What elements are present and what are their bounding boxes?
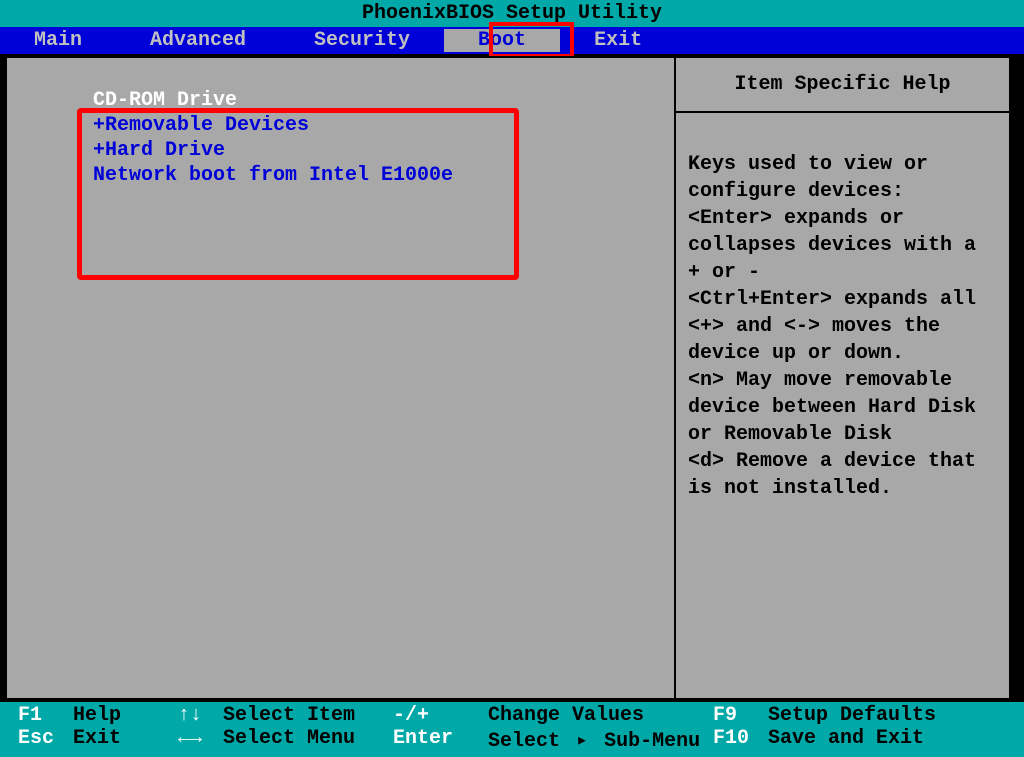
bios-title: PhoenixBIOS Setup Utility	[0, 0, 1024, 27]
footer-setup-defaults: Setup Defaults	[768, 704, 936, 727]
footer-bar: F1 Help ↑↓ Select Item -/+ Change Values…	[0, 702, 1024, 757]
menu-bar: Main Advanced Security Boot Exit	[0, 27, 1024, 54]
footer-key-esc: Esc	[18, 727, 73, 753]
help-panel: Item Specific Help Keys used to view or …	[674, 56, 1011, 700]
footer-enter: Enter	[393, 727, 488, 753]
footer-label-help: Help	[73, 704, 178, 727]
menu-main[interactable]: Main	[0, 29, 116, 52]
menu-boot[interactable]: Boot	[444, 29, 560, 52]
help-content: Keys used to view or configure devices:<…	[676, 113, 1009, 514]
boot-device-list[interactable]: CD-ROM Drive +Removable Devices +Hard Dr…	[93, 88, 453, 188]
updown-arrows-icon: ↑↓	[178, 704, 223, 727]
leftright-arrows-icon: ←→	[178, 727, 223, 753]
footer-select-menu: Select Menu	[223, 727, 393, 753]
menu-exit[interactable]: Exit	[560, 29, 676, 52]
boot-order-panel: CD-ROM Drive +Removable Devices +Hard Dr…	[5, 56, 674, 700]
help-title: Item Specific Help	[676, 58, 1009, 113]
footer-label-exit: Exit	[73, 727, 178, 753]
footer-key-f9: F9	[713, 704, 768, 727]
footer-select-item: Select Item	[223, 704, 393, 727]
footer-select-submenu: Select ▸ Sub-Menu	[488, 727, 713, 753]
menu-security[interactable]: Security	[280, 29, 444, 52]
footer-key-f10: F10	[713, 727, 768, 753]
boot-item-cdrom[interactable]: CD-ROM Drive	[93, 88, 453, 113]
footer-key-f1: F1	[18, 704, 73, 727]
right-triangle-icon: ▸	[576, 730, 588, 753]
footer-plusminus: -/+	[393, 704, 488, 727]
boot-item-network[interactable]: Network boot from Intel E1000e	[93, 163, 453, 188]
footer-save-exit: Save and Exit	[768, 727, 924, 753]
boot-item-removable[interactable]: +Removable Devices	[93, 113, 453, 138]
footer-change-values: Change Values	[488, 704, 713, 727]
menu-advanced[interactable]: Advanced	[116, 29, 280, 52]
boot-item-harddrive[interactable]: +Hard Drive	[93, 138, 453, 163]
